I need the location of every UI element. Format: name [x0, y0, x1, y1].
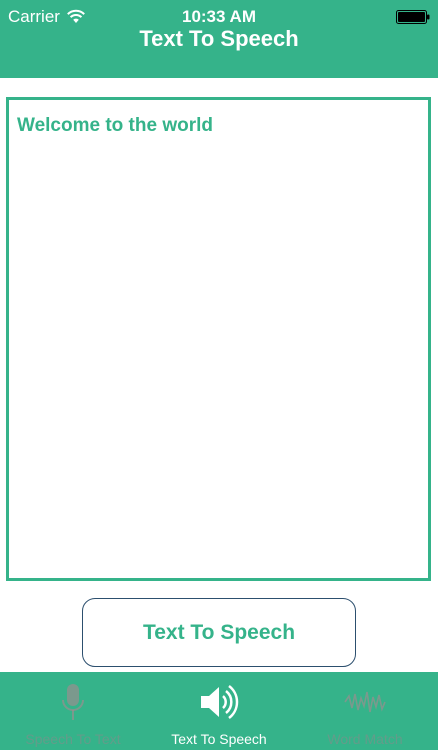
tab-label: Text To Speech	[171, 731, 267, 747]
tab-speech-to-text[interactable]: Speech To Text	[0, 672, 146, 750]
tab-bar: Speech To Text Text To Speech Word Match	[0, 672, 438, 750]
battery-icon	[396, 10, 430, 24]
status-time: 10:33 AM	[181, 7, 256, 26]
text-to-speech-button[interactable]: Text To Speech	[82, 598, 356, 667]
screen: Carrier 10:33 AM Text To Speech Welcome …	[0, 0, 438, 750]
header: Carrier 10:33 AM Text To Speech	[0, 0, 438, 78]
tab-text-to-speech[interactable]: Text To Speech	[146, 672, 292, 750]
speech-text-input[interactable]: Welcome to the world	[6, 97, 431, 581]
microphone-icon	[0, 682, 146, 722]
waveform-icon	[292, 682, 438, 722]
page-title: Text To Speech	[139, 26, 299, 51]
tab-label: Word Match	[327, 731, 403, 747]
tab-word-match[interactable]: Word Match	[292, 672, 438, 750]
tab-label: Speech To Text	[25, 731, 121, 747]
speaker-icon	[146, 682, 292, 722]
